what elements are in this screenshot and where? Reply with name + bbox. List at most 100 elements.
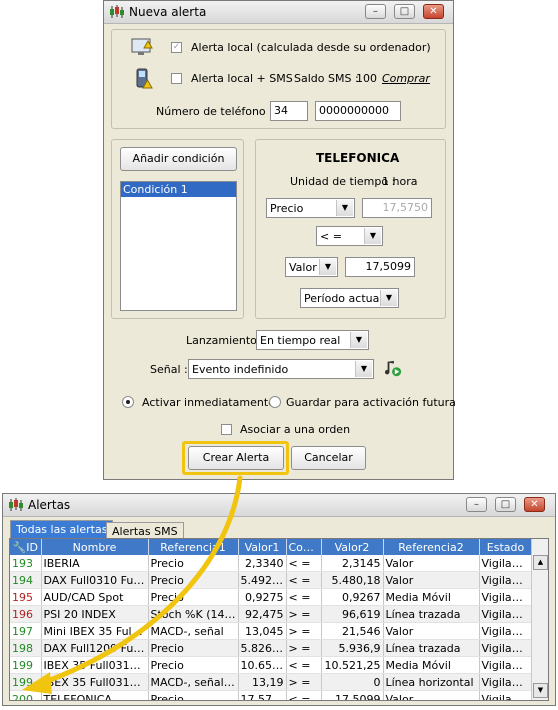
candlestick-app-icon (9, 498, 23, 511)
minimize-icon[interactable]: – (466, 497, 487, 512)
save-future-radio[interactable] (269, 396, 281, 408)
scroll-down-icon[interactable]: ▼ (533, 683, 548, 698)
alerts-window: Alertas – □ ✕ Todas las alertas Alertas … (2, 493, 556, 706)
alerts-titlebar[interactable]: Alertas – □ ✕ (3, 494, 555, 517)
cell-referencia2: Valor (383, 571, 480, 589)
buy-sms-link[interactable]: Comprar (382, 72, 430, 85)
cell-estado: Vigilando (479, 690, 533, 700)
cell-valor1: 5.492,00 (238, 571, 287, 589)
column-header-estado[interactable]: Estado (479, 539, 533, 555)
cell-valor1: 13,19 (238, 673, 287, 691)
compare-value-input[interactable]: 17,5099 (345, 257, 415, 277)
cell-referencia2: Media Móvil (383, 656, 480, 674)
cell-nombre: IBEX 35 Full0310 Fu... (41, 673, 149, 691)
operator-select[interactable]: < = ▼ (316, 226, 383, 246)
chevron-down-icon: ▼ (350, 332, 367, 348)
table-row[interactable]: 195 AUD/CAD Spot Precio 0,9275 < = 0,9267 Medi… (10, 588, 533, 606)
cell-referencia2: Línea trazada (383, 639, 480, 657)
table-row[interactable]: 199IBEX 35 Full0310 Fu...Precio10.659,00… (10, 656, 533, 674)
maximize-icon[interactable]: □ (495, 497, 516, 512)
cell-estado: Vigilando (479, 555, 533, 572)
create-alert-button[interactable]: Crear Alerta (188, 446, 284, 470)
cell-comp: > = (286, 639, 322, 657)
cell-comp: < = (286, 588, 322, 606)
alert-type-panel: ✓ Alerta local (calculada desde su orden… (111, 29, 446, 129)
minimize-icon[interactable]: – (365, 4, 386, 19)
cell-valor2: 17,5099 (321, 690, 384, 700)
conditions-list[interactable]: Condición 1 (120, 181, 237, 311)
alerts-table: 🔧ID Nombre Referencia1 Valor1 Comp Valor… (10, 539, 533, 700)
cell-nombre: DAX Full1209 Future (41, 639, 149, 657)
phone-number-input[interactable]: 0000000000 (315, 101, 401, 121)
dialog-title: Nueva alerta (129, 5, 207, 19)
cell-id: 198 (10, 639, 42, 657)
maximize-icon[interactable]: □ (394, 4, 415, 19)
table-row[interactable]: 196 PSI 20 INDEX Stoch %K (14,3... 92,475 > … (10, 605, 533, 623)
cell-referencia2: Línea trazada (383, 605, 480, 623)
cell-valor2: 10.521,25 (321, 656, 384, 674)
cell-valor1: 10.659,00 (238, 656, 287, 674)
signal-select[interactable]: Evento indefinido ▼ (188, 359, 374, 379)
cell-valor1: 2,3340 (238, 555, 287, 572)
save-future-label: Guardar para activación futura (286, 396, 456, 409)
new-alert-dialog: Nueva alerta – □ ✕ ✓ Alerta local (calcu… (103, 0, 456, 480)
phone-prefix-input[interactable]: 34 (270, 101, 308, 121)
cell-comp: > = (286, 622, 322, 640)
dialog-titlebar[interactable]: Nueva alerta – □ ✕ (104, 1, 453, 24)
table-row[interactable]: 194 DAX Full0310 Future Precio 5.492,00 < = 5… (10, 571, 533, 589)
condition-detail-panel: TELEFONICA Unidad de tiempo : 1 hora Pre… (255, 139, 446, 319)
cell-comp: < = (286, 555, 322, 572)
table-row[interactable]: 199IBEX 35 Full0310 Fu...MACD-, señal (.… (10, 673, 533, 691)
table-row[interactable]: 200 TELEFONICA Precio 17,5750 < = 17,5099 Valo… (10, 690, 533, 700)
period-select[interactable]: Período actual ▼ (300, 288, 399, 308)
cell-nombre: AUD/CAD Spot (41, 588, 149, 606)
monitor-alert-icon (131, 38, 153, 55)
cell-id: 199 (10, 656, 42, 674)
column-header-valor1[interactable]: Valor1 (238, 539, 287, 555)
table-row[interactable]: 193 IBERIA Precio 2,3340 < = 2,3145 Valor Vigil… (10, 555, 533, 572)
tab-sms-alerts[interactable]: Alertas SMS (106, 522, 184, 538)
tab-all-alerts[interactable]: Todas las alertas (10, 520, 114, 538)
cell-referencia1: Precio (148, 690, 239, 700)
cell-nombre: IBERIA (41, 555, 149, 572)
close-icon[interactable]: ✕ (423, 4, 444, 19)
column-header-nombre[interactable]: Nombre (41, 539, 149, 555)
close-icon[interactable]: ✕ (524, 497, 545, 512)
column-header-referencia2[interactable]: Referencia2 (383, 539, 480, 555)
list-item[interactable]: Condición 1 (121, 182, 236, 197)
cell-referencia2: Valor (383, 622, 480, 640)
cancel-button[interactable]: Cancelar (291, 446, 366, 470)
time-unit-value: 1 hora (382, 175, 418, 188)
vertical-scrollbar[interactable]: ▲ ▼ (531, 539, 548, 700)
value-type-select[interactable]: Valor ▼ (285, 257, 338, 277)
alert-sms-checkbox[interactable] (171, 73, 182, 84)
cell-nombre: DAX Full0310 Future (41, 571, 149, 589)
cell-nombre: Mini IBEX 35 Full031... (41, 622, 149, 640)
field-select[interactable]: Precio ▼ (266, 198, 355, 218)
column-header-comp[interactable]: Comp (286, 539, 322, 555)
table-row[interactable]: 197Mini IBEX 35 Full031...MACD-, señal13… (10, 622, 533, 640)
cell-nombre: PSI 20 INDEX (41, 605, 149, 623)
music-note-play-icon[interactable] (384, 360, 402, 378)
column-header-id[interactable]: 🔧ID (10, 539, 42, 555)
signal-label: Señal : (150, 363, 188, 376)
scroll-up-icon[interactable]: ▲ (533, 555, 548, 570)
cell-valor1: 0,9275 (238, 588, 287, 606)
associate-order-checkbox[interactable] (221, 424, 232, 435)
cell-referencia1: Stoch %K (14,3... (148, 605, 239, 623)
cell-valor1: 92,475 (238, 605, 287, 623)
conditions-panel: Añadir condición Condición 1 (111, 139, 244, 319)
alert-local-checkbox[interactable]: ✓ (171, 42, 182, 53)
launch-select[interactable]: En tiempo real ▼ (256, 330, 369, 350)
wrench-icon: 🔧 (12, 540, 27, 554)
table-row[interactable]: 198 DAX Full1209 Future Precio 5.826,00 > = 5… (10, 639, 533, 657)
cell-valor2: 0,9267 (321, 588, 384, 606)
cell-id: 195 (10, 588, 42, 606)
activate-now-radio[interactable] (122, 396, 134, 408)
activate-now-label: Activar inmediatamente (142, 396, 275, 409)
column-header-referencia1[interactable]: Referencia1 (148, 539, 239, 555)
add-condition-button[interactable]: Añadir condición (120, 147, 237, 171)
column-header-valor2[interactable]: Valor2 (321, 539, 384, 555)
cell-comp: < = (286, 656, 322, 674)
cell-estado: Vigilando (479, 622, 533, 640)
